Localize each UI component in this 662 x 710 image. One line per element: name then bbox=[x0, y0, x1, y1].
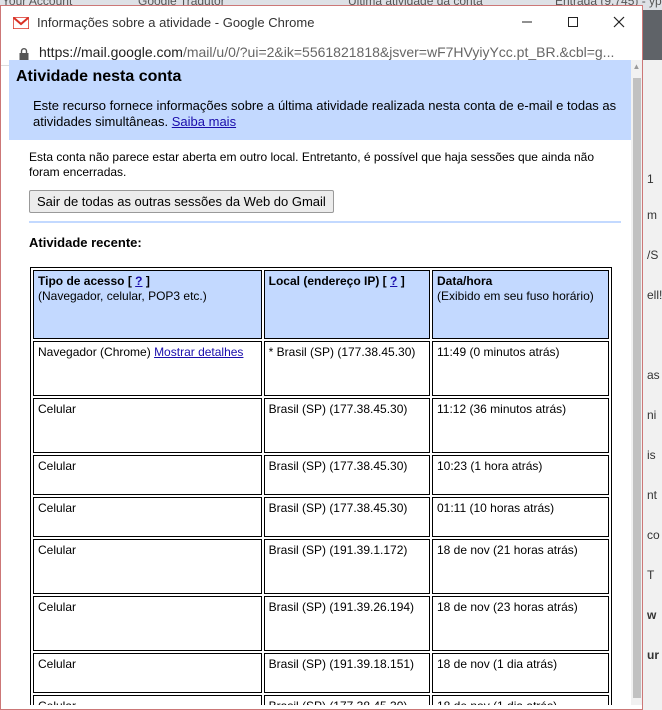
background-text: co bbox=[647, 528, 660, 542]
background-text: ni bbox=[647, 408, 657, 422]
url-host: https://mail.google.com bbox=[39, 43, 183, 60]
background-text: nt bbox=[647, 488, 658, 502]
header-location-label: Local (endereço IP) bbox=[268, 274, 380, 288]
table-row: Celular Brasil (SP) (177.38.45.30) 18 de… bbox=[33, 695, 609, 705]
table-header-row: Tipo de acesso [ ? ] (Navegador, celular… bbox=[33, 270, 609, 339]
header-access-type-sub: (Navegador, celular, POP3 etc.) bbox=[38, 289, 207, 303]
learn-more-link[interactable]: Saiba mais bbox=[172, 114, 236, 129]
url-path: /mail/u/0/?ui=2&ik=5561821818&jsver=wF7H… bbox=[182, 43, 615, 60]
time-cell: 18 de nov (1 dia atrás) bbox=[432, 695, 609, 705]
access-type: Navegador (Chrome) bbox=[38, 345, 151, 359]
gmail-icon bbox=[12, 16, 30, 30]
lock-icon[interactable] bbox=[19, 47, 29, 60]
background-text: ell! bbox=[647, 288, 662, 302]
table-row: Navegador (Chrome) Mostrar detalhes * Br… bbox=[33, 341, 609, 396]
location-cell: Brasil (SP) (191.39.26.194) bbox=[263, 596, 430, 651]
intro-sentence: Este recurso fornece informações sobre a… bbox=[33, 98, 617, 129]
background-text: T bbox=[647, 568, 655, 582]
header-datetime: Data/hora (Exibido em seu fuso horário) bbox=[432, 270, 609, 339]
minimize-icon bbox=[522, 21, 532, 23]
signout-other-sessions-button[interactable]: Sair de todas as outras sessões da Web d… bbox=[29, 190, 334, 213]
activity-table: Tipo de acesso [ ? ] (Navegador, celular… bbox=[30, 267, 612, 705]
table-row: Celular Brasil (SP) (177.38.45.30) 10:23… bbox=[33, 455, 609, 495]
window-title: Informações sobre a atividade - Google C… bbox=[37, 14, 315, 30]
page-content: Atividade nesta conta Este recurso forne… bbox=[9, 60, 631, 705]
access-cell: Celular bbox=[33, 596, 262, 651]
background-text: 1 bbox=[647, 172, 654, 186]
url-text[interactable]: https://mail.google.com/mail/u/0/?ui=2&i… bbox=[39, 44, 614, 60]
header-location: Local (endereço IP) [ ? ] bbox=[263, 270, 430, 339]
access-cell: Celular bbox=[33, 455, 262, 495]
background-text: ur bbox=[647, 648, 659, 662]
access-cell: Celular bbox=[33, 695, 262, 705]
location-cell: * Brasil (SP) (177.38.45.30) bbox=[263, 341, 430, 396]
maximize-button[interactable] bbox=[550, 6, 596, 38]
time-cell: 18 de nov (21 horas atrás) bbox=[432, 539, 609, 594]
table-row: Celular Brasil (SP) (191.39.1.172) 18 de… bbox=[33, 539, 609, 594]
location-cell: Brasil (SP) (177.38.45.30) bbox=[263, 398, 430, 453]
time-cell: 11:49 (0 minutos atrás) bbox=[432, 341, 609, 396]
recent-activity-label: Atividade recente: bbox=[29, 235, 142, 250]
time-cell: 10:23 (1 hora atrás) bbox=[432, 455, 609, 495]
divider bbox=[29, 221, 621, 223]
maximize-icon bbox=[568, 17, 578, 27]
background-text: /S bbox=[647, 248, 659, 262]
location-cell: Brasil (SP) (191.39.18.151) bbox=[263, 653, 430, 693]
table-row: Celular Brasil (SP) (191.39.26.194) 18 d… bbox=[33, 596, 609, 651]
header-access-type-label: Tipo de acesso bbox=[38, 274, 125, 288]
table-row: Celular Brasil (SP) (177.38.45.30) 01:11… bbox=[33, 497, 609, 537]
time-cell: 11:12 (36 minutos atrás) bbox=[432, 398, 609, 453]
location-cell: Brasil (SP) (191.39.1.172) bbox=[263, 539, 430, 594]
page-title: Atividade nesta conta bbox=[16, 68, 182, 85]
scroll-up-arrow-icon[interactable]: ▲ bbox=[631, 62, 642, 72]
vertical-scrollbar[interactable]: ▲ bbox=[631, 60, 642, 705]
background-text: m bbox=[647, 208, 657, 222]
table-row: Celular Brasil (SP) (191.39.18.151) 18 d… bbox=[33, 653, 609, 693]
location-help-link[interactable]: ? bbox=[390, 274, 397, 288]
access-cell: Navegador (Chrome) Mostrar detalhes bbox=[33, 341, 262, 396]
background-text: w bbox=[647, 608, 657, 622]
header-box: Atividade nesta conta Este recurso forne… bbox=[9, 60, 631, 140]
session-notice: Esta conta não parece estar aberta em ou… bbox=[29, 150, 595, 179]
scrollbar-thumb[interactable] bbox=[633, 78, 641, 698]
background-text: as bbox=[647, 368, 660, 382]
time-cell: 01:11 (10 horas atrás) bbox=[432, 497, 609, 537]
background-page-right: 1 m /S ell! as ni is nt co T w ur bbox=[643, 60, 662, 710]
show-details-link[interactable]: Mostrar detalhes bbox=[154, 345, 243, 359]
access-cell: Celular bbox=[33, 539, 262, 594]
access-cell: Celular bbox=[33, 497, 262, 537]
header-access-type: Tipo de acesso [ ? ] (Navegador, celular… bbox=[33, 270, 262, 339]
close-button[interactable] bbox=[596, 6, 642, 38]
table-row: Celular Brasil (SP) (177.38.45.30) 11:12… bbox=[33, 398, 609, 453]
background-text: is bbox=[647, 448, 656, 462]
location-cell: Brasil (SP) (177.38.45.30) bbox=[263, 695, 430, 705]
intro-text: Este recurso fornece informações sobre a… bbox=[33, 98, 623, 130]
time-cell: 18 de nov (1 dia atrás) bbox=[432, 653, 609, 693]
header-datetime-label: Data/hora bbox=[437, 274, 493, 288]
minimize-button[interactable] bbox=[504, 6, 550, 38]
header-datetime-sub: (Exibido em seu fuso horário) bbox=[437, 289, 594, 303]
location-cell: Brasil (SP) (177.38.45.30) bbox=[263, 455, 430, 495]
location-cell: Brasil (SP) (177.38.45.30) bbox=[263, 497, 430, 537]
window-titlebar[interactable]: Informações sobre a atividade - Google C… bbox=[1, 6, 642, 38]
access-cell: Celular bbox=[33, 398, 262, 453]
access-cell: Celular bbox=[33, 653, 262, 693]
time-cell: 18 de nov (23 horas atrás) bbox=[432, 596, 609, 651]
access-type-help-link[interactable]: ? bbox=[135, 274, 142, 288]
close-icon bbox=[613, 16, 625, 28]
